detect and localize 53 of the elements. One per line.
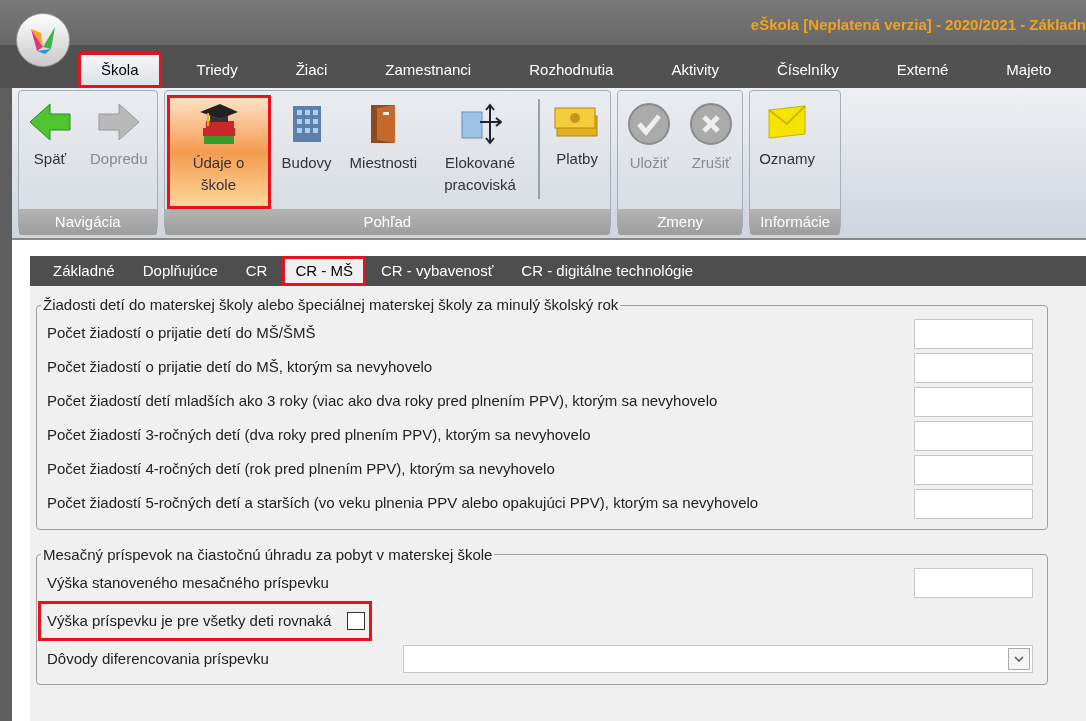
x-icon [689, 102, 734, 146]
field-label: Počet žiadostí 5-ročných detí a starších (vo veku plnenia PPV alebo opakujúci PPV), ktorým sa nevyhovelo [47, 493, 759, 514]
menu-tab[interactable]: Rozhodnutia [506, 52, 637, 88]
field-label: Počet žiadostí 4-ročných detí (rok pred plnením PPV), ktorým sa nevyhovelo [47, 459, 555, 480]
menu-tab[interactable]: Škola [78, 52, 162, 88]
ribbon-button[interactable]: Elokované pracoviská [428, 95, 533, 209]
content-tab[interactable]: CR - MŠ [282, 256, 366, 286]
right-arrow-icon [96, 102, 141, 142]
window-title: eŠkola [Neplatená verzia] - 2020/2021 - Základn [750, 15, 1086, 35]
app-logo-icon[interactable] [16, 13, 70, 67]
checkbox[interactable] [347, 612, 366, 630]
menu-tab[interactable]: Aktivity [648, 52, 742, 88]
content-tab[interactable]: CR [232, 256, 281, 286]
ribbon-button[interactable]: Platby [546, 95, 609, 209]
menu-tab[interactable]: Žiaci [272, 52, 351, 88]
content-tab[interactable]: CR - vybavenosť [367, 256, 507, 286]
section-legend: Mesačný príspevok na čiastočnú úhradu za pobyt v materskej škole [41, 543, 495, 566]
ribbon-group-label: Pohľad [164, 209, 611, 235]
ribbon-button[interactable]: Budovy [274, 95, 339, 209]
left-arrow-icon [28, 102, 72, 142]
field-label: Výška príspevku je pre všetky deti rovnaká [47, 610, 332, 631]
input-field[interactable] [914, 420, 1033, 451]
content-tab[interactable]: CR - digitálne technológie [508, 256, 707, 286]
field-label: Počet žiadostí 3-ročných detí (dva roky pred plnením PPV), ktorým sa nevyhovelo [47, 425, 591, 446]
building-arrows-icon [458, 102, 503, 146]
content-tab[interactable]: Základné [40, 256, 128, 286]
input-field[interactable] [914, 318, 1033, 349]
ribbon-group-label: Zmeny [618, 209, 743, 235]
menu-tab[interactable]: Zamestnanci [362, 52, 495, 88]
ribbon-button[interactable]: Miestnosti [342, 95, 425, 209]
check-icon [627, 102, 672, 146]
input-field[interactable] [914, 454, 1033, 485]
menu-tab[interactable]: Externé [873, 52, 972, 88]
field-label: Dôvody diferencovania príspevku [47, 648, 269, 669]
field-label: Počet žiadostí o prijatie detí do MŠ/ŠMŠ [47, 323, 316, 344]
field-label: Počet žiadostí o prijatie detí do MŠ, ktorým sa nevyhovelo [47, 357, 433, 378]
menu-tab[interactable]: Číselníky [753, 52, 862, 88]
dropdown-field[interactable] [403, 645, 1033, 673]
ribbon-group-label: Navigácia [19, 209, 157, 235]
input-field[interactable] [914, 352, 1033, 383]
input-field[interactable] [914, 568, 1033, 598]
section-legend: Žiadosti detí do materskej školy alebo špeciálnej materskej školy za minulý školský rok [41, 294, 621, 317]
input-field[interactable] [914, 488, 1033, 519]
input-field[interactable] [914, 386, 1033, 417]
content-tab[interactable]: Doplňujúce [129, 256, 231, 286]
menu-tab[interactable]: Majeto [983, 52, 1075, 88]
ribbon-button[interactable]: Oznamy [752, 95, 822, 209]
field-label: Počet žiadostí detí mladších ako 3 roky (viac ako dva roky pred plnením PPV), ktorým sa nevyhovelo [47, 391, 718, 412]
ribbon-button[interactable]: Späť [21, 95, 79, 209]
menu-tab[interactable]: Triedy [173, 52, 261, 88]
field-label: Výška stanoveného mesačného príspevku [47, 572, 329, 593]
ribbon-button[interactable]: Údaje o škole [166, 95, 271, 209]
ribbon-group-label: Informácie [750, 209, 841, 235]
